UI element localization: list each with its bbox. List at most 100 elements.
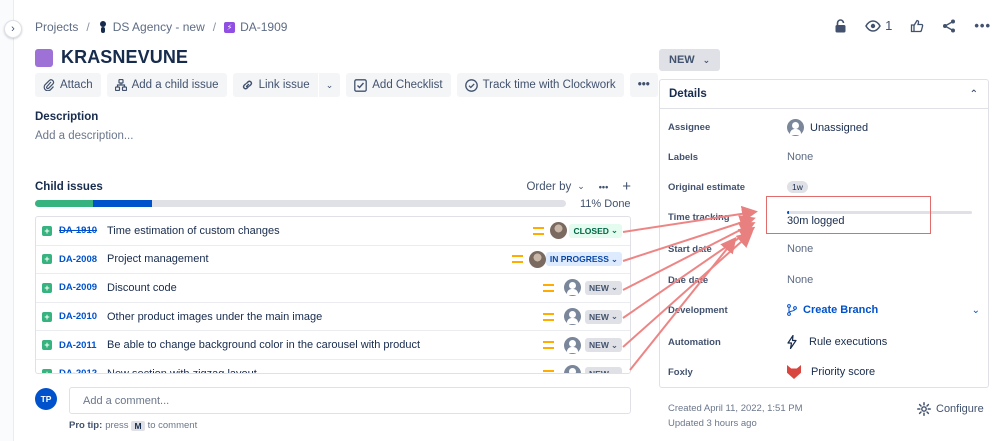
expand-sidebar-button[interactable]: › — [4, 20, 22, 38]
priority-medium-icon — [512, 255, 523, 264]
original-estimate-badge: 1w — [787, 181, 808, 193]
comment-protip: Pro tip: press M to comment — [69, 420, 197, 431]
issue-status-button[interactable]: NEW ⌄ — [659, 49, 721, 71]
child-issue-summary[interactable]: Time estimation of custom changes — [107, 225, 280, 237]
breadcrumb-separator: / — [212, 20, 217, 34]
created-timestamp: Created April 11, 2022, 1:51 PM — [668, 403, 803, 414]
priority-medium-icon — [543, 312, 554, 321]
rule-executions-link[interactable]: Rule executions — [787, 335, 887, 349]
vote-button[interactable] — [910, 19, 924, 33]
chevron-up-icon[interactable]: ⌃ — [970, 89, 978, 100]
issue-toolbar: Attach Add a child issue Link issue ⌄ Ad… — [35, 73, 658, 97]
assignee-avatar[interactable] — [550, 222, 567, 240]
status-badge[interactable]: NEW ⌄ — [585, 280, 622, 295]
child-issue-row[interactable]: + DA-2009 Discount code NEW ⌄ — [36, 274, 630, 303]
assignee-avatar[interactable] — [529, 250, 546, 268]
details-header[interactable]: Details ⌃ — [660, 80, 988, 109]
breadcrumb-parent-issue[interactable]: ⚡ DA-1909 — [224, 20, 287, 34]
annotation-highlight-box — [766, 196, 931, 234]
subtask-icon: + — [42, 254, 52, 265]
configure-button[interactable]: Configure — [917, 402, 984, 416]
status-badge[interactable]: NEW ⌄ — [585, 309, 622, 324]
child-issue-key[interactable]: DA-2010 — [59, 311, 99, 322]
chevron-down-icon: ⌄ — [610, 282, 618, 293]
breadcrumb-projects[interactable]: Projects — [35, 20, 78, 34]
child-issue-row[interactable]: + DA-2010 Other product images under the m… — [36, 303, 630, 332]
child-issue-key[interactable]: DA-2008 — [59, 254, 99, 265]
link-issue-button[interactable]: Link issue — [232, 73, 318, 97]
chevron-down-icon: ⌄ — [610, 253, 618, 264]
assignee-avatar[interactable] — [564, 365, 581, 373]
status-badge-label: NEW — [589, 282, 609, 293]
watch-button[interactable]: 1 — [865, 18, 892, 33]
child-issue-summary[interactable]: Project management — [107, 253, 209, 265]
child-issue-row[interactable]: + DA-2011 Be able to change background col… — [36, 331, 630, 360]
due-date-label: Due date — [668, 274, 709, 286]
chevron-down-icon[interactable]: ⌄ — [972, 305, 980, 316]
progress-done-segment — [35, 200, 94, 207]
status-badge[interactable]: NEW ⌄ — [585, 338, 622, 353]
description-editor[interactable]: Add a description... — [35, 130, 133, 142]
child-issue-summary[interactable]: New section with zigzag layout — [107, 368, 257, 373]
order-by-button[interactable]: Order by ⌄ — [526, 181, 584, 193]
add-child-issue-button[interactable]: Add a child issue — [106, 73, 227, 97]
child-issue-key[interactable]: DA-2011 — [59, 340, 99, 351]
add-checklist-button[interactable]: Add Checklist — [346, 73, 451, 97]
start-date-value[interactable]: None — [787, 243, 813, 255]
status-badge[interactable]: IN PROGRESS ⌄ — [545, 252, 622, 267]
child-issue-row[interactable]: + DA-1910 Time estimation of custom change… — [36, 217, 630, 246]
epic-type-icon[interactable] — [35, 48, 53, 67]
protip-prefix: Pro tip: — [69, 420, 103, 431]
child-issue-key[interactable]: DA-1910 — [59, 225, 99, 236]
breadcrumb-project[interactable]: DS Agency - new — [98, 20, 205, 34]
original-estimate-value[interactable]: 1w — [787, 181, 808, 193]
priority-score-link[interactable]: Priority score — [787, 365, 875, 379]
child-issues-list: + DA-1910 Time estimation of custom change… — [35, 216, 631, 374]
chevron-right-icon: › — [11, 23, 15, 35]
child-issue-row[interactable]: + DA-2008 Project management IN PROGRESS ⌄ — [36, 246, 630, 275]
child-issue-key[interactable]: DA-2009 — [59, 282, 99, 293]
attach-button[interactable]: Attach — [35, 73, 101, 97]
add-comment-input[interactable]: Add a comment... — [69, 387, 631, 414]
branch-icon — [787, 304, 797, 316]
foxly-fox-icon — [787, 365, 801, 379]
status-badge-label: NEW — [589, 311, 609, 322]
labels-value[interactable]: None — [787, 151, 813, 163]
child-issue-key[interactable]: DA-2012 — [59, 368, 99, 373]
progress-in-progress-segment — [93, 200, 152, 207]
child-issue-summary[interactable]: Discount code — [107, 282, 177, 294]
due-date-value[interactable]: None — [787, 274, 813, 286]
link-issue-dropdown[interactable]: ⌄ — [317, 73, 341, 97]
toolbar-more-button[interactable]: ••• — [629, 73, 658, 97]
subtask-icon: + — [42, 368, 52, 373]
status-label: NEW — [669, 54, 695, 66]
assignee-value[interactable]: Unassigned — [787, 119, 868, 136]
development-label: Development — [668, 304, 728, 316]
labels-field: Labels None — [668, 151, 980, 163]
child-issue-summary[interactable]: Be able to change background color in th… — [107, 339, 420, 351]
issue-title[interactable]: KRASNEVUNE — [61, 47, 188, 68]
more-actions-button[interactable]: ••• — [974, 18, 991, 33]
track-time-clockwork-button[interactable]: Track time with Clockwork — [456, 73, 624, 97]
automation-label: Automation — [668, 336, 721, 348]
current-user-avatar: TP — [35, 388, 57, 410]
chevron-down-icon: ⌄ — [702, 54, 711, 65]
status-badge[interactable]: CLOSED ⌄ — [569, 223, 622, 238]
lightning-icon — [787, 335, 797, 349]
share-button[interactable] — [942, 19, 956, 33]
order-by-label: Order by — [526, 180, 572, 193]
child-issue-row[interactable]: + DA-2012 New section with zigzag layout NE… — [36, 360, 630, 373]
project-icon — [98, 21, 108, 33]
original-estimate-field: Original estimate 1w — [668, 181, 980, 193]
add-child-plus-button[interactable]: + — [622, 179, 631, 194]
restriction-lock-button[interactable] — [834, 18, 847, 33]
child-issues-more-button[interactable]: ••• — [599, 182, 608, 192]
assignee-avatar[interactable] — [564, 336, 581, 354]
create-branch-link[interactable]: Create Branch — [787, 304, 878, 316]
status-badge[interactable]: NEW ⌄ — [585, 366, 622, 373]
child-issue-summary[interactable]: Other product images under the main imag… — [107, 311, 322, 323]
thumbs-up-icon — [911, 19, 924, 32]
assignee-avatar[interactable] — [564, 279, 581, 297]
assignee-avatar[interactable] — [564, 308, 581, 326]
status-badge-label: CLOSED — [573, 225, 609, 236]
